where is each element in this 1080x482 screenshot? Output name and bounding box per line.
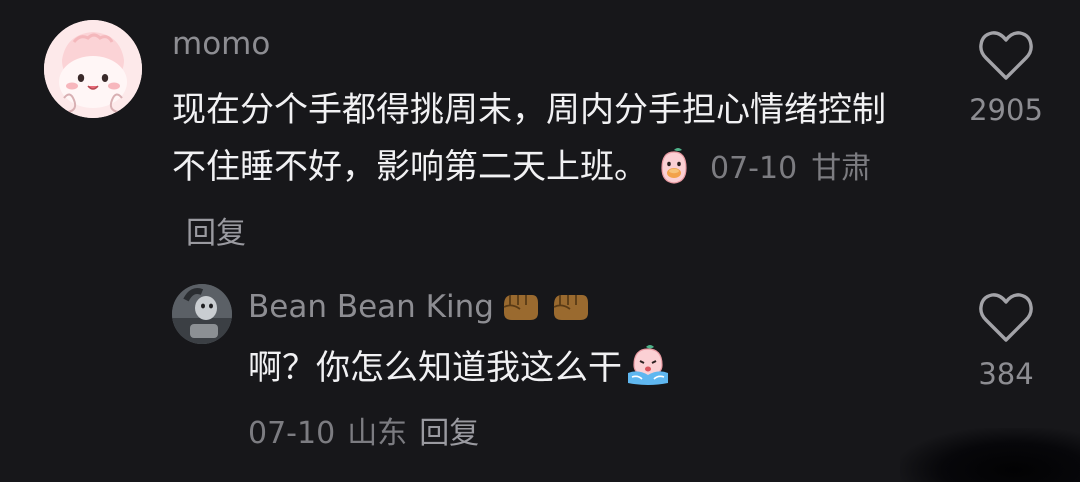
image-artifact	[900, 428, 1080, 482]
reply-text: 啊？你怎么知道我这么干	[248, 348, 622, 388]
comment-location: 甘肃	[811, 151, 872, 186]
reply-body[interactable]: 啊？你怎么知道我这么干	[248, 340, 888, 405]
reply-reply-button[interactable]: 回复	[419, 416, 479, 451]
comment-date: 07-10	[710, 151, 798, 186]
reply-meta: 07-10 山东 回复	[248, 414, 479, 454]
comment-username[interactable]: momo	[172, 29, 270, 60]
heart-outline-icon	[979, 31, 1033, 80]
comment-body[interactable]: 现在分个手都得挑周末，周内分手担心情绪控制不住睡不好，影响第二天上班。 07-1…	[172, 82, 902, 262]
photo-avatar-icon	[172, 284, 232, 344]
reply-like-button[interactable]: 384	[961, 292, 1051, 389]
peach-eating-emoji-icon	[654, 146, 694, 204]
avatar[interactable]	[44, 20, 142, 118]
fist-emoji-icon	[548, 289, 592, 329]
reply-like-count: 384	[978, 357, 1034, 391]
reply-button[interactable]: 回复	[186, 216, 246, 251]
reply-avatar[interactable]	[172, 284, 232, 344]
reply-date: 07-10	[248, 416, 336, 451]
heart-outline-icon	[979, 293, 1033, 342]
like-count: 2905	[969, 93, 1043, 127]
reply-username: Bean Bean King	[248, 289, 494, 325]
like-button[interactable]: 2905	[961, 30, 1051, 125]
crying-peach-emoji-icon	[624, 343, 672, 405]
reply-location: 山东	[347, 416, 408, 451]
reply-username-row[interactable]: Bean Bean King	[248, 289, 592, 329]
fist-emoji-icon	[498, 289, 542, 329]
pink-cartoon-avatar-icon	[44, 20, 142, 118]
comment-screen: momo 现在分个手都得挑周末，周内分手担心情绪控制不住睡不好，影响第二天上班。…	[0, 0, 1080, 482]
